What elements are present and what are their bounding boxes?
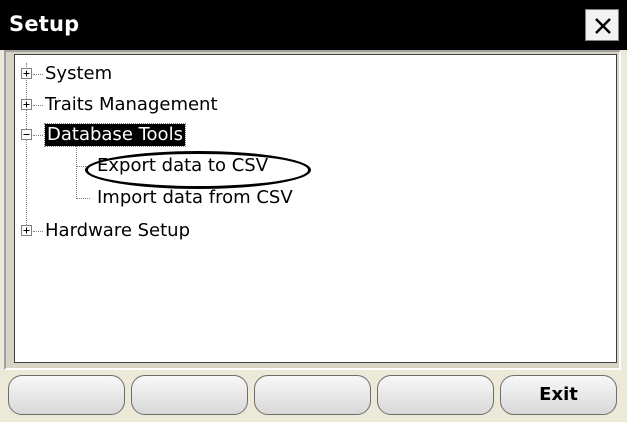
highlight-ellipse (85, 151, 311, 189)
tree-connector (33, 135, 43, 136)
tree-item-traits-management[interactable]: Traits Management (45, 94, 218, 116)
tree-item-system[interactable]: System (45, 63, 112, 85)
function-button-3[interactable] (254, 375, 371, 415)
tree-item-import-data-from-csv[interactable]: Import data from CSV (97, 187, 293, 209)
function-button-2[interactable] (131, 375, 248, 415)
tree-connector (76, 198, 90, 199)
tree-item-database-tools[interactable]: Database Tools (44, 123, 186, 147)
tree-connector (33, 105, 43, 106)
close-icon (595, 18, 611, 34)
tree-content: System Traits Management Database Tools … (15, 55, 616, 362)
function-button-1[interactable] (8, 375, 125, 415)
setup-window: Setup System Traits Management Database … (0, 0, 627, 422)
tree-connector (33, 74, 43, 75)
tree-connector (33, 231, 43, 232)
tree-expander-database-tools[interactable] (21, 129, 32, 140)
plus-icon (23, 70, 30, 77)
tree-expander-traits-management[interactable] (21, 99, 32, 110)
function-button-4[interactable] (377, 375, 494, 415)
window-title: Setup (9, 12, 80, 36)
minus-icon (23, 134, 30, 135)
tree-expander-system[interactable] (21, 68, 32, 79)
tree-item-hardware-setup[interactable]: Hardware Setup (45, 220, 190, 242)
tree-view[interactable]: System Traits Management Database Tools … (14, 54, 617, 363)
exit-button[interactable]: Exit (500, 375, 617, 415)
close-button[interactable] (585, 9, 619, 41)
plus-icon (23, 227, 30, 234)
plus-icon (23, 101, 30, 108)
title-bar: Setup (0, 0, 627, 50)
tree-expander-hardware-setup[interactable] (21, 225, 32, 236)
tree-connector-child-vertical (76, 143, 77, 199)
tree-connector-vertical (26, 63, 27, 231)
